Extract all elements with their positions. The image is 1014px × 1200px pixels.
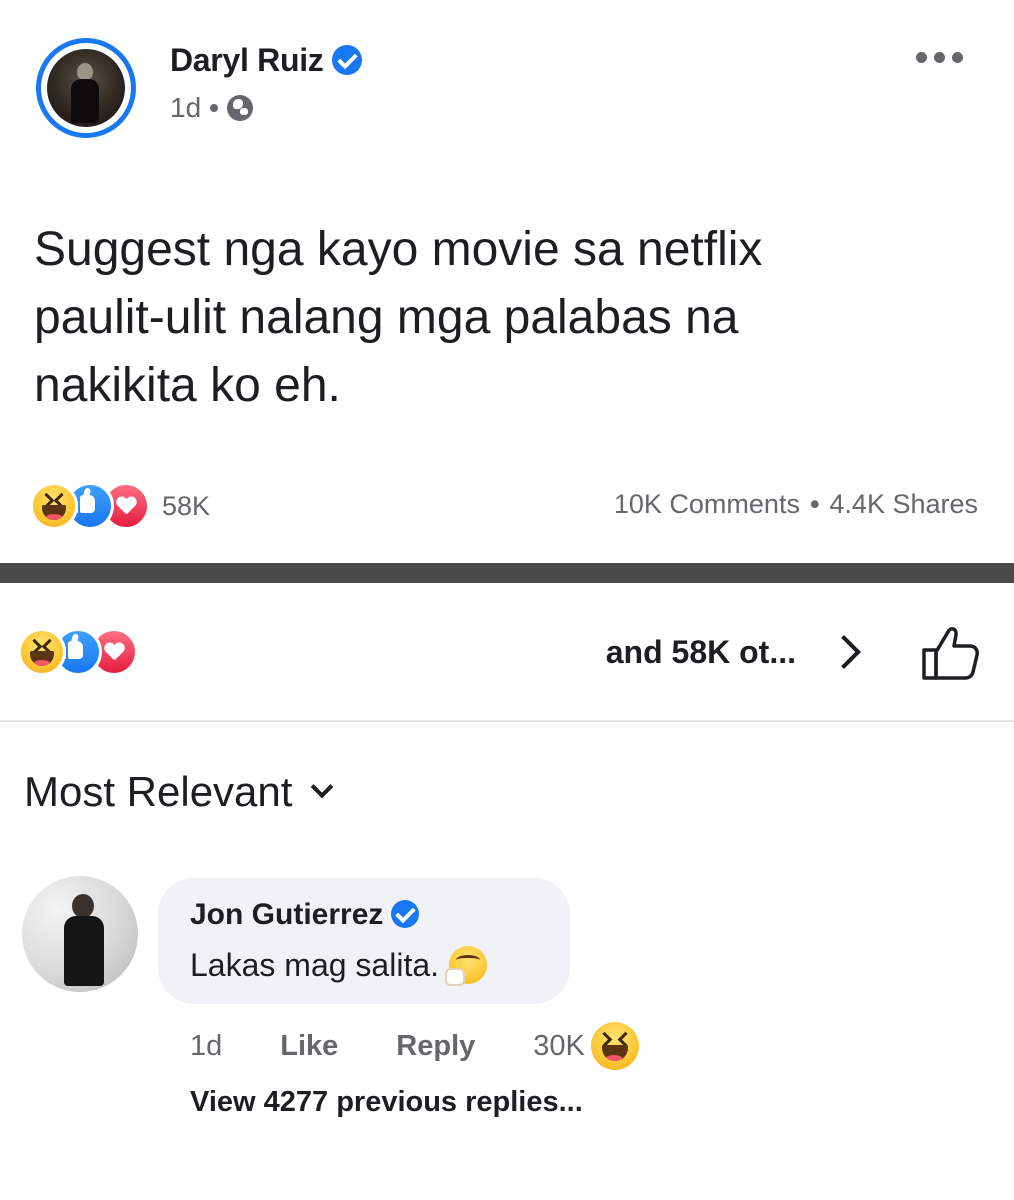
post-time[interactable]: 1d — [170, 92, 201, 124]
post-text: Suggest nga kayo movie sa netflix paulit… — [34, 216, 964, 420]
view-previous-replies-link[interactable]: View 4277 previous replies... — [190, 1086, 583, 1119]
comment-time[interactable]: 1d — [190, 1030, 222, 1063]
divider — [0, 720, 1014, 722]
reaction-summary[interactable]: 58K — [30, 482, 210, 530]
more-options-icon[interactable] — [916, 52, 963, 63]
chevron-right-icon[interactable] — [827, 635, 861, 669]
globe-icon — [226, 95, 253, 121]
post-author-name-text: Daryl Ruiz — [170, 42, 324, 78]
like-outline-icon[interactable] — [920, 624, 980, 682]
thinking-face-icon — [445, 946, 488, 986]
chevron-down-icon — [311, 775, 334, 799]
meta-separator: • — [209, 92, 219, 123]
comment-reply-button[interactable]: Reply — [396, 1030, 475, 1063]
post-text-line: nakikita ko eh. — [34, 359, 341, 412]
post-text-line: Suggest nga kayo movie sa netflix — [34, 223, 763, 276]
comment-text: Lakas mag salita. — [190, 946, 488, 986]
stats-separator: • — [809, 489, 820, 519]
commenter-avatar[interactable] — [22, 876, 138, 992]
post-author-name[interactable]: Daryl Ruiz — [170, 42, 362, 79]
sort-label: Most Relevant — [24, 768, 293, 815]
comments-count[interactable]: 10K Comments — [614, 489, 800, 520]
sort-dropdown[interactable]: Most Relevant — [24, 768, 334, 816]
commenter-name[interactable]: Jon Gutierrez — [190, 898, 420, 932]
post-author-avatar[interactable] — [36, 38, 136, 138]
commenter-name-text: Jon Gutierrez — [190, 898, 384, 931]
verified-badge-icon — [331, 45, 362, 75]
section-divider-bar — [0, 563, 1014, 583]
post-meta: 1d • — [170, 92, 253, 124]
reaction-count: 58K — [162, 490, 211, 521]
haha-icon[interactable] — [590, 1022, 639, 1070]
reactions-others-label[interactable]: and 58K ot... — [606, 634, 796, 671]
shares-count[interactable]: 4.4K Shares — [829, 489, 978, 520]
reactions-panel-icons[interactable] — [18, 628, 138, 676]
comment-like-button[interactable]: Like — [280, 1030, 338, 1063]
post-text-line: paulit-ulit nalang mga palabas na — [34, 291, 739, 344]
engagement-stats: 10K Comments • 4.4K Shares — [614, 489, 978, 520]
comment-reaction-count[interactable]: 30K — [533, 1030, 585, 1063]
comment-actions: 1d Like Reply 30K — [190, 1022, 639, 1070]
haha-icon — [18, 628, 66, 676]
comment-bubble — [158, 878, 570, 1004]
avatar-photo — [47, 49, 125, 127]
haha-icon — [30, 482, 78, 530]
comment-text-body: Lakas mag salita. — [190, 946, 440, 983]
verified-badge-icon — [391, 900, 420, 928]
